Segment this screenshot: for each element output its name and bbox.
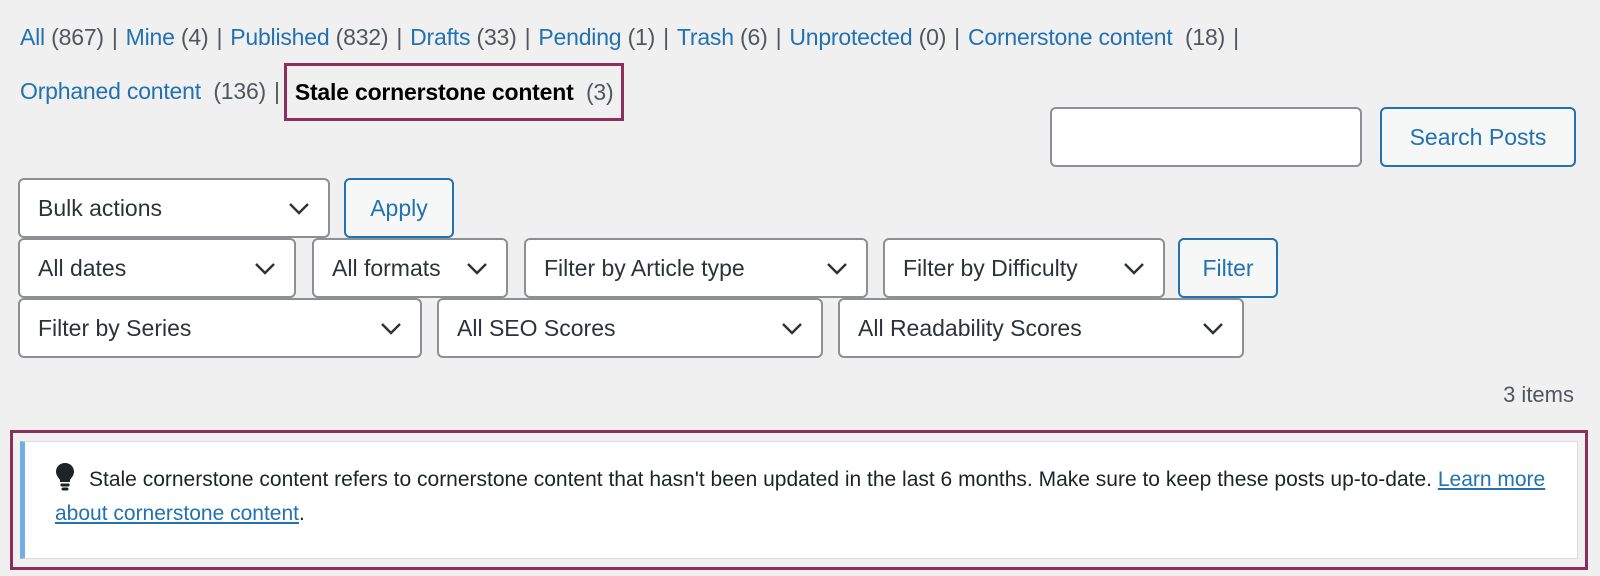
- status-link-all[interactable]: All: [20, 24, 45, 50]
- status-separator: |: [274, 78, 280, 104]
- status-count-unprotected: (0): [918, 24, 947, 50]
- search-posts-button[interactable]: Search Posts: [1380, 107, 1576, 167]
- series-filter-select[interactable]: Filter by Series: [18, 298, 422, 358]
- status-drafts: Drafts (33): [410, 24, 517, 50]
- status-link-orphaned[interactable]: Orphaned content: [20, 78, 201, 104]
- status-count-drafts: (33): [476, 24, 517, 50]
- search-input[interactable]: [1050, 107, 1362, 167]
- status-link-stale[interactable]: Stale cornerstone content: [295, 79, 574, 105]
- filter-button[interactable]: Filter: [1178, 238, 1278, 298]
- formats-filter-value: All formats: [332, 255, 441, 281]
- dates-filter-select[interactable]: All dates: [18, 238, 296, 298]
- status-all: All (867): [20, 24, 104, 50]
- status-count-orphaned: (136): [213, 78, 267, 104]
- posts-list-page: All (867) | Mine (4) | Published (832) | Draft…: [0, 0, 1600, 576]
- chevron-down-icon: [254, 240, 276, 296]
- status-orphaned: Orphaned content (136): [20, 78, 266, 104]
- status-separator: |: [663, 24, 669, 50]
- status-link-unprotected[interactable]: Unprotected: [789, 24, 912, 50]
- status-count-cornerstone: (18): [1184, 24, 1226, 50]
- chevron-down-icon: [1202, 300, 1224, 356]
- status-separator: |: [775, 24, 782, 50]
- status-trash: Trash (6): [677, 24, 768, 50]
- status-cornerstone: Cornerstone content (18): [968, 24, 1225, 50]
- chevron-down-icon: [781, 300, 803, 356]
- status-separator: |: [524, 24, 531, 50]
- status-mine: Mine (4): [126, 24, 209, 50]
- chevron-down-icon: [380, 300, 402, 356]
- status-link-published[interactable]: Published: [230, 24, 329, 50]
- chevron-down-icon: [1123, 240, 1145, 296]
- chevron-down-icon: [826, 240, 848, 296]
- status-link-pending[interactable]: Pending: [538, 24, 621, 50]
- status-separator: |: [111, 24, 118, 50]
- status-count-mine: (4): [180, 24, 209, 50]
- seo-score-filter-value: All SEO Scores: [457, 315, 616, 341]
- notice-text: Stale cornerstone content refers to corn…: [89, 468, 1432, 491]
- status-count-stale: (3): [585, 79, 614, 105]
- status-count-published: (832): [335, 24, 389, 50]
- notice-trailing-punct: .: [299, 502, 305, 525]
- readability-score-filter-value: All Readability Scores: [858, 315, 1082, 341]
- status-links: All (867) | Mine (4) | Published (832) | Draft…: [20, 10, 1560, 122]
- seo-score-filter-select[interactable]: All SEO Scores: [437, 298, 823, 358]
- series-filter-value: Filter by Series: [38, 315, 192, 341]
- status-pending: Pending (1): [538, 24, 655, 50]
- status-separator: |: [954, 24, 960, 50]
- items-count: 3 items: [1503, 382, 1574, 407]
- status-stale-current: Stale cornerstone content (3): [283, 63, 625, 121]
- readability-score-filter-select[interactable]: All Readability Scores: [838, 298, 1244, 358]
- bulk-actions-value: Bulk actions: [38, 195, 163, 221]
- status-published: Published (832): [230, 24, 388, 50]
- apply-button[interactable]: Apply: [344, 178, 454, 238]
- status-separator: |: [396, 24, 403, 50]
- status-separator: |: [1233, 24, 1239, 50]
- status-count-pending: (1): [627, 24, 656, 50]
- status-link-cornerstone[interactable]: Cornerstone content: [968, 24, 1173, 50]
- article-type-filter-value: Filter by Article type: [544, 255, 745, 281]
- status-count-trash: (6): [740, 24, 768, 50]
- difficulty-filter-select[interactable]: Filter by Difficulty: [883, 238, 1165, 298]
- status-unprotected: Unprotected (0): [789, 24, 946, 50]
- status-link-trash[interactable]: Trash: [677, 24, 734, 50]
- status-separator: |: [216, 24, 223, 50]
- stale-content-notice: Stale cornerstone content refers to corn…: [20, 441, 1578, 559]
- dates-filter-value: All dates: [38, 255, 127, 281]
- chevron-down-icon: [466, 240, 488, 296]
- status-count-all: (867): [51, 24, 104, 50]
- status-link-drafts[interactable]: Drafts: [410, 24, 470, 50]
- formats-filter-select[interactable]: All formats: [312, 238, 508, 298]
- chevron-down-icon: [288, 180, 310, 236]
- status-link-mine[interactable]: Mine: [126, 24, 175, 50]
- bulk-actions-select[interactable]: Bulk actions: [18, 178, 330, 238]
- article-type-filter-select[interactable]: Filter by Article type: [524, 238, 868, 298]
- lightbulb-icon: [55, 462, 75, 492]
- difficulty-filter-value: Filter by Difficulty: [903, 255, 1078, 281]
